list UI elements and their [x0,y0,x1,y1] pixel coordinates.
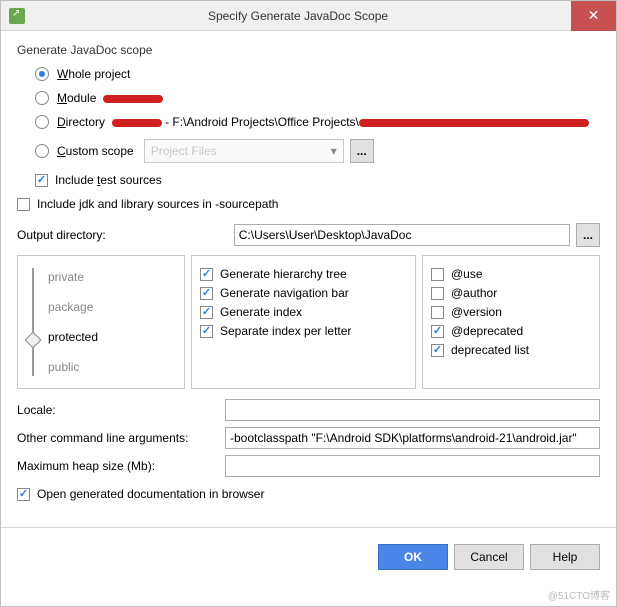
checkbox-navbar[interactable] [200,287,213,300]
window-title: Specify Generate JavaDoc Scope [25,9,571,23]
gen-separate-row[interactable]: Separate index per letter [200,324,407,338]
gen-navbar-row[interactable]: Generate navigation bar [200,286,407,300]
args-input[interactable] [225,427,600,449]
checkbox-hierarchy[interactable] [200,268,213,281]
checkbox-use-label: @use [451,267,483,281]
cancel-button[interactable]: Cancel [454,544,524,570]
output-dir-input[interactable] [234,224,570,246]
redacted-dir2 [359,119,589,127]
checkbox-include-jdk-label: Include jdk and library sources in -sour… [37,197,278,211]
heap-row: Maximum heap size (Mb): [17,455,600,477]
redacted-dir1 [112,119,162,127]
level-package[interactable]: package [48,292,176,322]
checkbox-author[interactable] [431,287,444,300]
args-label: Other command line arguments: [17,431,217,445]
chevron-down-icon: ▾ [331,144,337,158]
tags-panel: @use @author @version @deprecated deprec… [422,255,600,389]
scope-group-label: Generate JavaDoc scope [17,43,600,57]
visibility-slider-panel: private package protected public [17,255,185,389]
checkbox-deprecated-list[interactable] [431,344,444,357]
custom-scope-browse-button[interactable]: ... [350,139,374,163]
help-button[interactable]: Help [530,544,600,570]
scope-whole-row[interactable]: Whole project [35,67,600,81]
locale-label: Locale: [17,403,217,417]
output-dir-row: Output directory: ... [17,223,600,247]
heap-label: Maximum heap size (Mb): [17,459,217,473]
radio-module[interactable] [35,91,49,105]
tag-version-row[interactable]: @version [431,305,591,319]
checkbox-deprecated[interactable] [431,325,444,338]
slider-track[interactable] [26,262,40,382]
radio-whole-project[interactable] [35,67,49,81]
checkbox-include-jdk[interactable] [17,198,30,211]
tag-deprecated-row[interactable]: @deprecated [431,324,591,338]
checkbox-index[interactable] [200,306,213,319]
locale-row: Locale: [17,399,600,421]
slider-thumb[interactable] [25,332,42,349]
radio-directory-label: Directory - F:\Android Projects\Office P… [57,115,589,129]
gen-hierarchy-row[interactable]: Generate hierarchy tree [200,267,407,281]
checkbox-version[interactable] [431,306,444,319]
level-private[interactable]: private [48,262,176,292]
include-tests-row[interactable]: Include test sources [35,173,600,187]
custom-scope-placeholder: Project Files [151,144,217,158]
dialog-button-row: OK Cancel Help [1,536,616,580]
heap-input[interactable] [225,455,600,477]
level-public[interactable]: public [48,352,176,382]
options-panels: private package protected public Generat… [17,255,600,389]
scope-radio-group: Whole project Module Directory - F:\Andr… [17,67,600,187]
radio-whole-project-label: Whole project [57,67,130,81]
checkbox-deprecated-label: @deprecated [451,324,523,338]
checkbox-deprecated-list-label: deprecated list [451,343,529,357]
custom-scope-dropdown: Project Files ▾ [144,139,344,163]
checkbox-navbar-label: Generate navigation bar [220,286,349,300]
titlebar: Specify Generate JavaDoc Scope ✕ [1,1,616,31]
divider [1,527,616,528]
scope-custom-row[interactable]: Custom scope Project Files ▾ ... [35,139,600,163]
scope-module-row[interactable]: Module [35,91,600,105]
level-protected[interactable]: protected [48,322,176,352]
radio-custom-scope-label: Custom scope [57,144,134,158]
app-icon [9,8,25,24]
checkbox-open-browser[interactable] [17,488,30,501]
checkbox-hierarchy-label: Generate hierarchy tree [220,267,347,281]
output-dir-browse-button[interactable]: ... [576,223,600,247]
checkbox-use[interactable] [431,268,444,281]
checkbox-separate-index-label: Separate index per letter [220,324,351,338]
directory-path-text: - F:\Android Projects\Office Projects\ [165,115,359,129]
dialog-content: Generate JavaDoc scope Whole project Mod… [1,31,616,519]
scope-directory-row[interactable]: Directory - F:\Android Projects\Office P… [35,115,600,129]
checkbox-open-browser-label: Open generated documentation in browser [37,487,264,501]
checkbox-author-label: @author [451,286,497,300]
radio-module-label: Module [57,91,163,105]
generate-options-panel: Generate hierarchy tree Generate navigat… [191,255,416,389]
open-browser-row[interactable]: Open generated documentation in browser [17,487,600,501]
tag-use-row[interactable]: @use [431,267,591,281]
checkbox-index-label: Generate index [220,305,302,319]
close-button[interactable]: ✕ [571,1,616,31]
radio-custom-scope[interactable] [35,144,49,158]
checkbox-include-tests-label: Include test sources [55,173,162,187]
checkbox-separate-index[interactable] [200,325,213,338]
redacted-module [103,95,163,103]
tag-deplist-row[interactable]: deprecated list [431,343,591,357]
checkbox-include-tests[interactable] [35,174,48,187]
radio-directory[interactable] [35,115,49,129]
gen-index-row[interactable]: Generate index [200,305,407,319]
tag-author-row[interactable]: @author [431,286,591,300]
output-dir-label: Output directory: [17,228,106,242]
ok-button[interactable]: OK [378,544,448,570]
args-row: Other command line arguments: [17,427,600,449]
include-jdk-row[interactable]: Include jdk and library sources in -sour… [17,197,600,211]
locale-input[interactable] [225,399,600,421]
checkbox-version-label: @version [451,305,502,319]
watermark: @51CTO博客 [548,587,610,602]
